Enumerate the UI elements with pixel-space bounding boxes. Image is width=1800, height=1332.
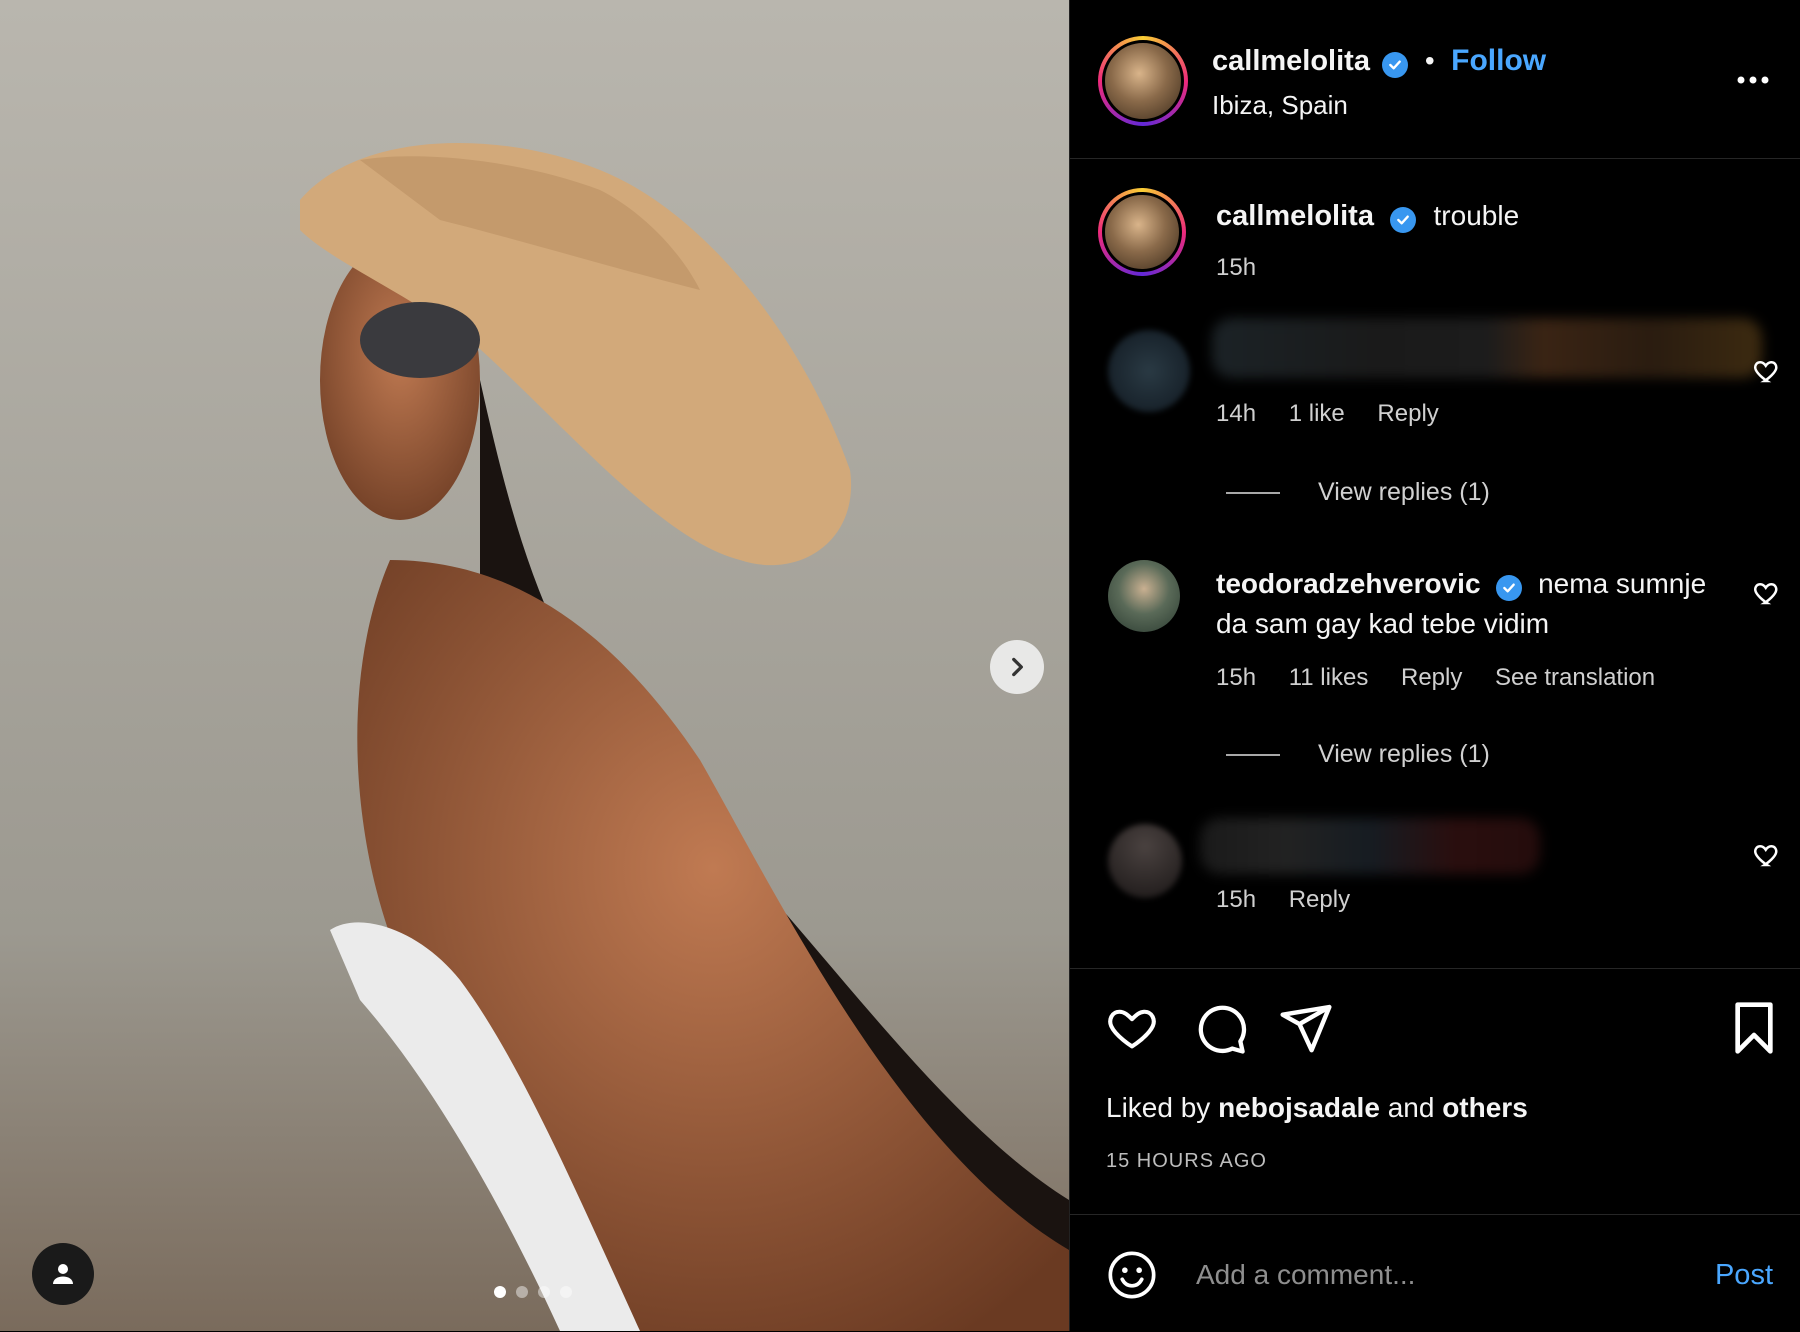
user-icon xyxy=(53,1264,73,1284)
caption-username[interactable]: callmelolita xyxy=(1216,200,1374,232)
view-replies-button[interactable]: View replies (1) xyxy=(1226,478,1490,507)
carousel-dot xyxy=(560,1286,572,1298)
author-username[interactable]: callmelolita xyxy=(1212,45,1370,77)
comment-meta: 14h 1 like Reply xyxy=(1216,400,1465,428)
separator-dot: • xyxy=(1424,45,1435,76)
chevron-right-icon xyxy=(1012,657,1023,677)
caption-timestamp: 15h xyxy=(1216,254,1257,281)
comment-username[interactable]: teodoradzehverovic xyxy=(1216,568,1481,599)
follow-button[interactable]: Follow xyxy=(1451,44,1546,77)
comment-avatar[interactable] xyxy=(1108,330,1190,412)
verified-badge-icon xyxy=(1389,207,1416,233)
comment-blurred-text xyxy=(1212,318,1762,378)
caption-body: trouble xyxy=(1433,200,1520,231)
post-location[interactable]: Ibiza, Spain xyxy=(1212,90,1348,121)
share-icon[interactable] xyxy=(1278,1000,1334,1056)
carousel-dot xyxy=(516,1286,528,1298)
carousel-dot xyxy=(538,1286,550,1298)
like-heart-icon[interactable] xyxy=(1104,1002,1160,1054)
view-replies-label: View replies (1) xyxy=(1318,740,1490,768)
liked-by-summary: Liked by nebojsadale and others xyxy=(1106,1092,1528,1124)
post-comment-button[interactable]: Post xyxy=(1715,1259,1773,1292)
verified-badge-icon xyxy=(1382,52,1409,78)
caption-avatar[interactable] xyxy=(1098,188,1186,276)
carousel-dot xyxy=(494,1286,506,1298)
author-avatar[interactable] xyxy=(1098,36,1188,126)
reply-button[interactable]: Reply xyxy=(1377,400,1438,427)
post-side-panel: callmelolita • Follow Ibiza, Spain callm… xyxy=(1069,0,1800,1331)
comment-likes[interactable]: 11 likes xyxy=(1289,664,1369,691)
comment-likes[interactable]: 1 like xyxy=(1289,400,1345,427)
carousel-next-button[interactable] xyxy=(990,640,1044,694)
like-comment-heart-icon[interactable] xyxy=(1752,578,1782,608)
see-translation-button[interactable]: See translation xyxy=(1495,664,1655,691)
comment-composer: Post xyxy=(1070,1214,1800,1332)
comment: teodoradzehverovic nema sumnje da sam ga… xyxy=(1216,564,1736,644)
comment-icon[interactable] xyxy=(1194,1002,1248,1056)
view-replies-label: View replies (1) xyxy=(1318,478,1490,506)
comment-input[interactable] xyxy=(1194,1249,1678,1301)
verified-badge-icon xyxy=(1496,575,1523,601)
comment-timestamp: 15h xyxy=(1216,886,1257,913)
post-timestamp: 15 HOURS AGO xyxy=(1106,1150,1267,1172)
view-replies-button[interactable]: View replies (1) xyxy=(1226,740,1490,769)
comment-avatar[interactable] xyxy=(1108,824,1182,898)
replies-divider xyxy=(1226,491,1280,494)
caption: callmelolita trouble xyxy=(1216,200,1519,233)
liked-by-conjunction: and xyxy=(1387,1092,1435,1123)
comment-meta: 15h 11 likes Reply See translation xyxy=(1216,664,1681,692)
tagged-users-button[interactable] xyxy=(32,1243,94,1305)
liked-by-others[interactable]: others xyxy=(1442,1092,1528,1123)
comment-timestamp: 15h xyxy=(1216,664,1257,691)
like-comment-heart-icon[interactable] xyxy=(1752,356,1782,386)
reply-button[interactable]: Reply xyxy=(1401,664,1462,691)
replies-divider xyxy=(1226,753,1280,756)
comment-blurred-text xyxy=(1200,818,1540,874)
like-comment-heart-icon[interactable] xyxy=(1752,840,1782,870)
post-media[interactable] xyxy=(0,0,1069,1331)
bookmark-icon[interactable] xyxy=(1730,1000,1778,1056)
comment-meta: 15h Reply xyxy=(1216,886,1376,914)
post-photo xyxy=(0,0,1069,1331)
carousel-indicator xyxy=(494,1286,572,1298)
emoji-icon[interactable] xyxy=(1106,1249,1158,1301)
more-horizontal-icon[interactable] xyxy=(1733,60,1773,100)
liked-by-prefix: Liked by xyxy=(1106,1092,1211,1123)
reply-button[interactable]: Reply xyxy=(1289,886,1350,913)
comment-avatar[interactable] xyxy=(1108,560,1180,632)
liked-by-user[interactable]: nebojsadale xyxy=(1218,1092,1380,1123)
post-header: callmelolita • Follow Ibiza, Spain xyxy=(1070,0,1800,159)
comment-timestamp: 14h xyxy=(1216,400,1257,427)
